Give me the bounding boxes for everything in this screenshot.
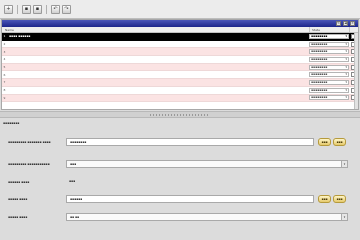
row-state-value: ▪▪▪▪▪▪▪▪ bbox=[311, 72, 328, 77]
properties-panel: ▪▪▪▪▪▪▪▪ ▪▪▪▪▪▪▪▪▪ ▪▪▪▪▪▪▪ ▪▪▪▪ ▪▪▪▪▪▪▪▪ ▪… bbox=[0, 119, 360, 240]
table-row[interactable]: 2 ▪▪▪▪▪▪▪▪ ▾ bbox=[2, 40, 358, 49]
property-field: ▪▪▪ bbox=[66, 178, 126, 186]
row-state-value: ▪▪▪▪▪▪▪▪ bbox=[311, 87, 328, 92]
row-state-value: ▪▪▪▪▪▪▪▪ bbox=[311, 41, 328, 46]
property-label: ▪▪▪▪▪▪▪▪▪ ▪▪▪▪▪▪▪ ▪▪▪▪ bbox=[8, 140, 51, 144]
table-row[interactable]: 1 ▪▪▪▪ ▪▪▪▪▪▪ ▪▪▪▪▪▪▪▪ ▾ bbox=[2, 33, 358, 41]
property-label: ▪▪▪▪▪ ▪▪▪▪ bbox=[8, 215, 28, 219]
grid-body: 1 ▪▪▪▪ ▪▪▪▪▪▪ ▪▪▪▪▪▪▪▪ ▾ 2 ▪▪▪▪▪▪▪▪ ▾ 3 ▪▪▪▪▪▪▪▪… bbox=[2, 33, 358, 103]
property-value: ▪▪▪ bbox=[70, 162, 77, 166]
toolbar-separator bbox=[17, 4, 18, 14]
chevron-down-icon: ▾ bbox=[345, 41, 347, 46]
vertical-scrollbar[interactable] bbox=[354, 33, 358, 109]
property-row: ▪▪▪▪▪ ▪▪▪▪ ▪▪ ▪▪ ▾ bbox=[0, 213, 360, 222]
row-state-select[interactable]: ▪▪▪▪▪▪▪▪ ▾ bbox=[309, 56, 349, 62]
chevron-down-icon: ▾ bbox=[345, 87, 347, 92]
property-row: ▪▪▪▪▪ ▪▪▪▪ ▪▪▪▪▪▪ ▪▪▪ ▪▪▪ bbox=[0, 195, 360, 204]
property-row: ▪▪▪▪▪▪▪▪▪ ▪▪▪▪▪▪▪ ▪▪▪▪ ▪▪▪▪▪▪▪▪ ▪▪▪ ▪▪▪ bbox=[0, 138, 360, 147]
save-icon[interactable]: ▪ bbox=[22, 4, 31, 14]
property-buttons: ▪▪▪ ▪▪▪ bbox=[318, 138, 346, 146]
close-icon[interactable]: ✕ bbox=[350, 21, 355, 26]
table-row[interactable]: 7 ▪▪▪▪▪▪▪▪ ▾ bbox=[2, 79, 358, 87]
row-number: 5 bbox=[3, 65, 6, 70]
chevron-down-icon: ▾ bbox=[345, 33, 347, 38]
property-label: ▪▪▪▪▪▪▪▪▪ ▪▪▪▪▪▪▪▪▪▪▪ bbox=[8, 162, 50, 166]
save-all-icon[interactable]: ▪ bbox=[33, 4, 42, 14]
table-row[interactable]: 4 ▪▪▪▪▪▪▪▪ ▾ bbox=[2, 56, 358, 64]
property-label: ▪▪▪▪▪▪ ▪▪▪▪ bbox=[8, 180, 30, 184]
chevron-down-icon: ▾ bbox=[345, 72, 347, 77]
chevron-down-icon: ▾ bbox=[345, 56, 347, 61]
panel-title-bar bbox=[2, 20, 358, 27]
row-number: 8 bbox=[3, 88, 6, 93]
property-value: ▪▪ ▪▪ bbox=[70, 215, 80, 219]
row-state-value: ▪▪▪▪▪▪▪▪ bbox=[311, 33, 328, 38]
row-state-value: ▪▪▪▪▪▪▪▪ bbox=[311, 64, 328, 69]
chevron-down-icon[interactable]: ▾ bbox=[341, 161, 347, 167]
splitter[interactable] bbox=[0, 111, 360, 118]
table-row[interactable]: 6 ▪▪▪▪▪▪▪▪ ▾ bbox=[2, 71, 358, 80]
row-state-select[interactable]: ▪▪▪▪▪▪▪▪ ▾ bbox=[309, 49, 349, 55]
property-row: ▪▪▪▪▪▪ ▪▪▪▪ ▪▪▪ bbox=[0, 178, 360, 187]
property-select[interactable]: ▪▪▪ ▾ bbox=[66, 160, 348, 168]
row-state-select[interactable]: ▪▪▪▪▪▪▪▪ ▾ bbox=[309, 41, 349, 47]
row-number: 6 bbox=[3, 72, 6, 77]
property-field[interactable]: ▪▪▪▪▪▪ bbox=[66, 195, 314, 203]
table-row[interactable]: 9 ▪▪▪▪▪▪▪▪ ▾ bbox=[2, 94, 358, 103]
column-header-name[interactable]: Name bbox=[2, 27, 309, 32]
property-row: ▪▪▪▪▪▪▪▪▪ ▪▪▪▪▪▪▪▪▪▪▪ ▪▪▪ ▾ bbox=[0, 160, 360, 169]
chevron-down-icon: ▾ bbox=[345, 95, 347, 100]
row-number: 9 bbox=[3, 95, 6, 100]
property-buttons: ▪▪▪ ▪▪▪ bbox=[318, 195, 346, 203]
properties-caption: ▪▪▪▪▪▪▪▪ bbox=[3, 121, 20, 125]
chevron-down-icon: ▾ bbox=[345, 49, 347, 54]
chevron-down-icon[interactable]: ▾ bbox=[341, 214, 347, 220]
toolbar: + ▪ ▪ ↶ ↷ bbox=[0, 0, 360, 19]
row-number: 4 bbox=[3, 57, 6, 62]
table-row[interactable]: 3 ▪▪▪▪▪▪▪▪ ▾ bbox=[2, 48, 358, 57]
row-state-select[interactable]: ▪▪▪▪▪▪▪▪ ▾ bbox=[309, 33, 349, 39]
row-name: ▪▪▪▪ ▪▪▪▪▪▪ bbox=[9, 34, 31, 39]
column-header-state[interactable]: State bbox=[309, 27, 349, 32]
property-action-button[interactable]: ▪▪▪ bbox=[318, 138, 331, 146]
property-field[interactable]: ▪▪▪▪▪▪▪▪ bbox=[66, 138, 314, 146]
row-state-select[interactable]: ▪▪▪▪▪▪▪▪ ▾ bbox=[309, 72, 349, 78]
collapse-icon[interactable]: ◀ bbox=[343, 21, 348, 26]
property-value: ▪▪▪▪▪▪ bbox=[70, 197, 83, 201]
property-action-button[interactable]: ▪▪▪ bbox=[333, 195, 346, 203]
row-number: 3 bbox=[3, 49, 6, 54]
table-row[interactable]: 5 ▪▪▪▪▪▪▪▪ ▾ bbox=[2, 63, 358, 72]
row-state-value: ▪▪▪▪▪▪▪▪ bbox=[311, 49, 328, 54]
refresh-icon[interactable]: ↻ bbox=[336, 21, 341, 26]
property-label: ▪▪▪▪▪ ▪▪▪▪ bbox=[8, 197, 28, 201]
row-number: 7 bbox=[3, 80, 6, 85]
row-state-select[interactable]: ▪▪▪▪▪▪▪▪ ▾ bbox=[309, 64, 349, 70]
chevron-down-icon: ▾ bbox=[345, 64, 347, 69]
row-state-value: ▪▪▪▪▪▪▪▪ bbox=[311, 95, 328, 100]
splitter-grip[interactable] bbox=[150, 113, 210, 116]
row-state-select[interactable]: ▪▪▪▪▪▪▪▪ ▾ bbox=[309, 79, 349, 85]
chevron-down-icon: ▾ bbox=[345, 79, 347, 84]
property-action-button[interactable]: ▪▪▪ bbox=[333, 138, 346, 146]
row-state-value: ▪▪▪▪▪▪▪▪ bbox=[311, 56, 328, 61]
row-number: 2 bbox=[3, 42, 6, 47]
panel-tools: ↻ ◀ ✕ bbox=[336, 20, 355, 27]
row-state-select[interactable]: ▪▪▪▪▪▪▪▪ ▾ bbox=[309, 95, 349, 101]
row-state-select[interactable]: ▪▪▪▪▪▪▪▪ ▾ bbox=[309, 87, 349, 93]
property-value: ▪▪▪▪▪▪▪▪ bbox=[70, 140, 87, 144]
table-row[interactable]: 8 ▪▪▪▪▪▪▪▪ ▾ bbox=[2, 86, 358, 95]
property-action-button[interactable]: ▪▪▪ bbox=[318, 195, 331, 203]
toolbar-separator bbox=[46, 4, 47, 14]
list-panel: ↻ ◀ ✕ Name State 1 ▪▪▪▪ ▪▪▪▪▪▪ ▪▪▪▪▪▪▪▪ ▾ 2 ▪… bbox=[1, 19, 359, 110]
property-select[interactable]: ▪▪ ▪▪ ▾ bbox=[66, 213, 348, 221]
undo-icon[interactable]: ↶ bbox=[51, 4, 60, 14]
column-header-check bbox=[349, 27, 358, 32]
row-state-value: ▪▪▪▪▪▪▪▪ bbox=[311, 79, 328, 84]
new-icon[interactable]: + bbox=[4, 4, 13, 14]
redo-icon[interactable]: ↷ bbox=[62, 4, 71, 14]
property-value: ▪▪▪ bbox=[69, 179, 76, 183]
